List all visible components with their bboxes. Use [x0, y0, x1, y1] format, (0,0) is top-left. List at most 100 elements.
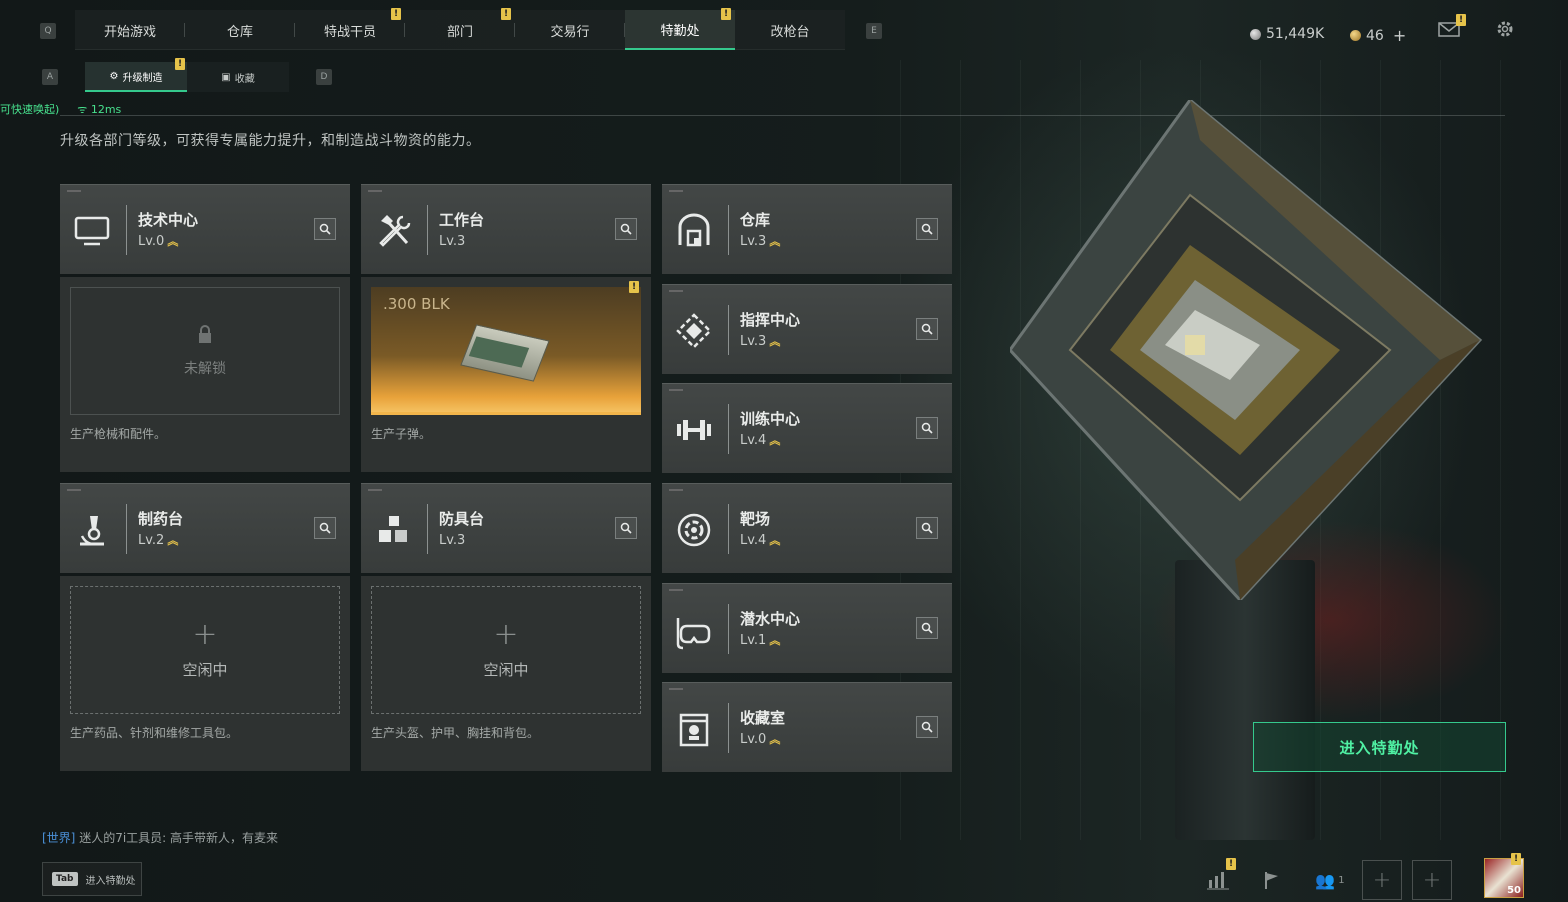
friends-icon: 👥: [1315, 870, 1336, 890]
department-card-collection-room[interactable]: 收藏室 Lv.0 ︽: [662, 682, 952, 772]
production-panel-tech[interactable]: 未解锁 生产枪械和配件。: [60, 277, 350, 472]
chat-sender: 迷人的7i工具员:: [79, 831, 167, 845]
panel-description: 生产头盔、护甲、胸挂和背包。: [371, 726, 540, 740]
friends-count: 1: [1338, 874, 1345, 886]
level-text: Lv.3: [740, 234, 767, 249]
search-icon[interactable]: [916, 517, 938, 539]
department-level: Lv.0 ︽: [138, 234, 178, 249]
panel-description: 生产药品、针剂和维修工具包。: [70, 726, 239, 740]
department-name: 制药台: [138, 510, 184, 528]
quick-summon-hint: 可快速唤起): [0, 103, 60, 116]
premium-coin-icon: [1350, 30, 1361, 41]
search-icon[interactable]: [916, 417, 938, 439]
subtab-upgrade-craft[interactable]: ⚙ 升级制造 !: [85, 58, 187, 92]
diving-mask-icon: [672, 608, 716, 652]
craft-icon: ⚙: [109, 70, 119, 82]
search-icon[interactable]: [314, 517, 336, 539]
department-card-pharmacy[interactable]: 制药台 Lv.2 ︽: [60, 483, 350, 573]
production-panel-workbench[interactable]: .300 BLK ! 生产子弹。: [361, 277, 651, 472]
tab-start-game[interactable]: 开始游戏: [75, 10, 185, 50]
department-level: Lv.3 ︽: [740, 234, 780, 249]
subtab-label: 升级制造: [122, 72, 163, 84]
tab-special-ops[interactable]: 特勤处!: [625, 8, 735, 50]
department-card-training-center[interactable]: 训练中心 Lv.4 ︽: [662, 383, 952, 473]
tab-shortcut-button[interactable]: Tab 进入特勤处: [42, 862, 142, 896]
tab-departments[interactable]: 部门!: [405, 8, 515, 50]
upgrade-chevron-icon: ︽: [769, 633, 781, 647]
tab-operators[interactable]: 特战干员!: [295, 8, 405, 50]
search-icon[interactable]: [615, 517, 637, 539]
enter-special-ops-button[interactable]: 进入特勤处: [1253, 722, 1506, 772]
currency-premium[interactable]: 46 +: [1350, 26, 1406, 45]
nav-left-key: Q: [40, 23, 56, 39]
panel-description: 生产子弹。: [371, 427, 432, 441]
level-text: Lv.4: [740, 533, 767, 548]
level-text: Lv.1: [740, 633, 767, 648]
chat-message[interactable]: [世界] 迷人的7i工具员: 高手带新人，有麦来: [42, 829, 278, 846]
top-nav: Q 开始游戏 仓库 特战干员! 部门! 交易行 特勤处! 改枪台 E 51,44…: [0, 8, 1568, 52]
production-panel-armor[interactable]: + 空闲中 生产头盔、护甲、胸挂和背包。: [361, 576, 651, 771]
department-card-workbench[interactable]: 工作台 Lv.3: [361, 184, 651, 274]
flag-icon[interactable]: [1254, 862, 1290, 898]
department-card-tech-center[interactable]: 技术中心 Lv.0 ︽: [60, 184, 350, 274]
department-name: 防具台: [439, 510, 485, 528]
production-panel-pharmacy[interactable]: + 空闲中 生产药品、针剂和维修工具包。: [60, 576, 350, 771]
search-icon[interactable]: [916, 617, 938, 639]
tab-label: 交易行: [550, 24, 590, 40]
chat-channel: [世界]: [42, 831, 76, 845]
idle-slot[interactable]: + 空闲中: [70, 586, 340, 714]
currency-coins-value: 51,449K: [1266, 26, 1325, 42]
tools-icon: [371, 209, 415, 253]
tab-warehouse[interactable]: 仓库: [185, 10, 295, 50]
search-icon[interactable]: [916, 716, 938, 738]
dumbbell-icon: [672, 408, 716, 452]
cube-pillar: [1175, 560, 1315, 840]
currency-coins[interactable]: 51,449K: [1250, 26, 1324, 42]
search-icon[interactable]: [916, 218, 938, 240]
armor-icon: [371, 508, 415, 552]
lock-icon: [199, 325, 211, 343]
level-text: Lv.3: [740, 334, 767, 349]
upgrade-chevron-icon: ︽: [769, 234, 781, 248]
tab-trading[interactable]: 交易行: [515, 10, 625, 50]
level-text: Lv.0: [138, 234, 165, 249]
notification-badge: !: [1511, 853, 1521, 865]
notification-badge: !: [1456, 14, 1466, 26]
department-level: Lv.1 ︽: [740, 633, 780, 648]
idle-label: 空闲中: [182, 660, 228, 679]
add-slot-button[interactable]: +: [1412, 860, 1452, 900]
add-slot-button[interactable]: +: [1362, 860, 1402, 900]
tab-gunsmith[interactable]: 改枪台: [735, 10, 845, 50]
department-level: Lv.3: [439, 533, 465, 548]
idle-slot[interactable]: + 空闲中: [371, 586, 641, 714]
upgrade-chevron-icon: ︽: [167, 234, 179, 248]
avatar[interactable]: 50 !: [1484, 853, 1524, 898]
ping-value: 12ms: [90, 102, 122, 116]
collection-icon: [672, 707, 716, 751]
department-card-command-center[interactable]: 指挥中心 Lv.3 ︽: [662, 284, 952, 374]
tab-label: 部门: [446, 24, 473, 40]
ammo-name: .300 BLK: [383, 295, 450, 313]
department-card-shooting-range[interactable]: 靶场 Lv.4 ︽: [662, 483, 952, 573]
search-icon[interactable]: [615, 218, 637, 240]
stats-icon[interactable]: !: [1200, 858, 1236, 898]
subnav-left-key: A: [42, 69, 58, 85]
department-card-warehouse[interactable]: 仓库 Lv.3 ︽: [662, 184, 952, 274]
locked-label: 未解锁: [184, 361, 226, 377]
department-card-armor[interactable]: 防具台 Lv.3: [361, 483, 651, 573]
currency-premium-value: 46: [1366, 27, 1384, 44]
friends-button[interactable]: 👥 1: [1308, 862, 1352, 898]
department-level: Lv.2 ︽: [138, 533, 178, 548]
department-name: 指挥中心: [740, 311, 801, 329]
settings-gear-icon[interactable]: [1494, 18, 1516, 40]
department-card-diving-center[interactable]: 潜水中心 Lv.1 ︽: [662, 583, 952, 673]
subtab-collection[interactable]: ▣ 收藏: [187, 62, 289, 92]
search-icon[interactable]: [916, 318, 938, 340]
mail-icon[interactable]: !: [1438, 14, 1466, 38]
upgrade-chevron-icon: ︽: [769, 334, 781, 348]
search-icon[interactable]: [314, 218, 336, 240]
ammo-production-item[interactable]: .300 BLK !: [371, 281, 641, 415]
level-text: Lv.3: [439, 533, 466, 548]
add-currency-icon[interactable]: +: [1393, 26, 1406, 45]
special-ops-cube-illustration: [1010, 100, 1483, 600]
